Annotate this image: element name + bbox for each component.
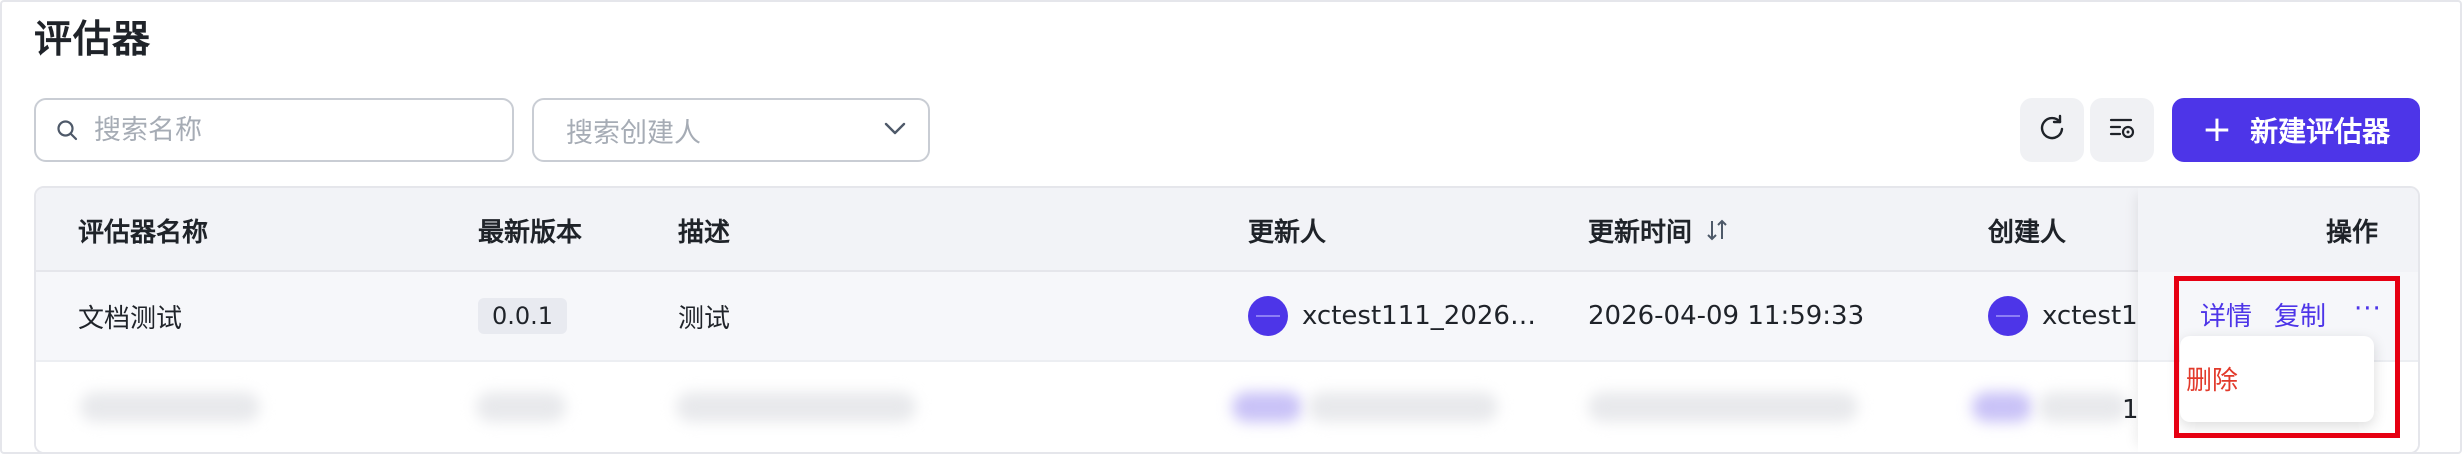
table-row[interactable]: 文档测试 0.0.1 测试 xctest111_2026… 2026-04-09… [36, 272, 2418, 360]
col-header-version: 最新版本 [478, 217, 583, 248]
create-evaluator-label: 新建评估器 [2250, 115, 2391, 148]
cell-description: 测试 [678, 303, 731, 334]
column-settings-icon [2107, 113, 2137, 147]
detail-link[interactable]: 详情 [2200, 296, 2252, 333]
blurred-cell [1972, 392, 2032, 422]
version-tag: 0.0.1 [478, 298, 568, 334]
chevron-down-icon [884, 121, 906, 140]
col-header-actions: 操作 [2138, 188, 2418, 272]
blurred-cell [80, 392, 260, 422]
page-title: 评估器 [34, 17, 152, 61]
col-header-creator: 创建人 [1988, 217, 2067, 248]
cell-name: 文档测试 [78, 303, 183, 334]
avatar [1988, 296, 2028, 336]
cell-version: 0.0.1 [478, 272, 568, 360]
copy-link[interactable]: 复制 [2274, 296, 2326, 333]
col-header-description: 描述 [678, 217, 731, 248]
blurred-cell [1308, 392, 1498, 422]
refresh-button[interactable] [2020, 98, 2084, 162]
evaluator-table: 评估器名称 最新版本 描述 更新人 更新时间 创建人 文档测试 0.0.1 测试… [34, 186, 2420, 454]
col-header-updater: 更新人 [1248, 217, 1327, 248]
more-actions-menu: 删除 [2180, 336, 2374, 422]
creator-select[interactable]: 搜索创建人 [532, 98, 930, 162]
blurred-cell [2038, 392, 2128, 422]
search-input[interactable] [94, 114, 494, 146]
blurred-cell [676, 392, 916, 422]
blurred-cell [1232, 392, 1302, 422]
more-actions-button[interactable]: ··· [2354, 294, 2382, 324]
delete-menu-item[interactable]: 删除 [2186, 360, 2238, 397]
cell-creator: xctest11 [1988, 272, 2154, 360]
sort-icon[interactable] [1704, 217, 1730, 243]
column-settings-button[interactable] [2090, 98, 2154, 162]
table-row-blurred[interactable]: 1 [36, 360, 2418, 452]
plus-icon: + [2201, 109, 2233, 150]
search-icon [52, 115, 82, 145]
partial-creator-text: 1 [2122, 395, 2139, 425]
refresh-icon [2037, 113, 2067, 147]
creator-select-placeholder: 搜索创建人 [566, 117, 701, 149]
col-header-updated-at[interactable]: 更新时间 [1588, 188, 1730, 272]
col-header-updated-at-label: 更新时间 [1588, 217, 1693, 248]
table-header: 评估器名称 最新版本 描述 更新人 更新时间 创建人 [36, 188, 2418, 272]
col-header-name: 评估器名称 [78, 217, 209, 248]
avatar [1248, 296, 1288, 336]
blurred-cell [1588, 392, 1858, 422]
cell-updated-at: 2026-04-09 11:59:33 [1588, 301, 1865, 331]
create-evaluator-button[interactable]: + 新建评估器 [2172, 98, 2420, 162]
updater-name: xctest111_2026… [1302, 301, 1536, 331]
blurred-cell [476, 392, 566, 422]
cell-updater: xctest111_2026… [1248, 272, 1536, 360]
search-box[interactable] [34, 98, 514, 162]
